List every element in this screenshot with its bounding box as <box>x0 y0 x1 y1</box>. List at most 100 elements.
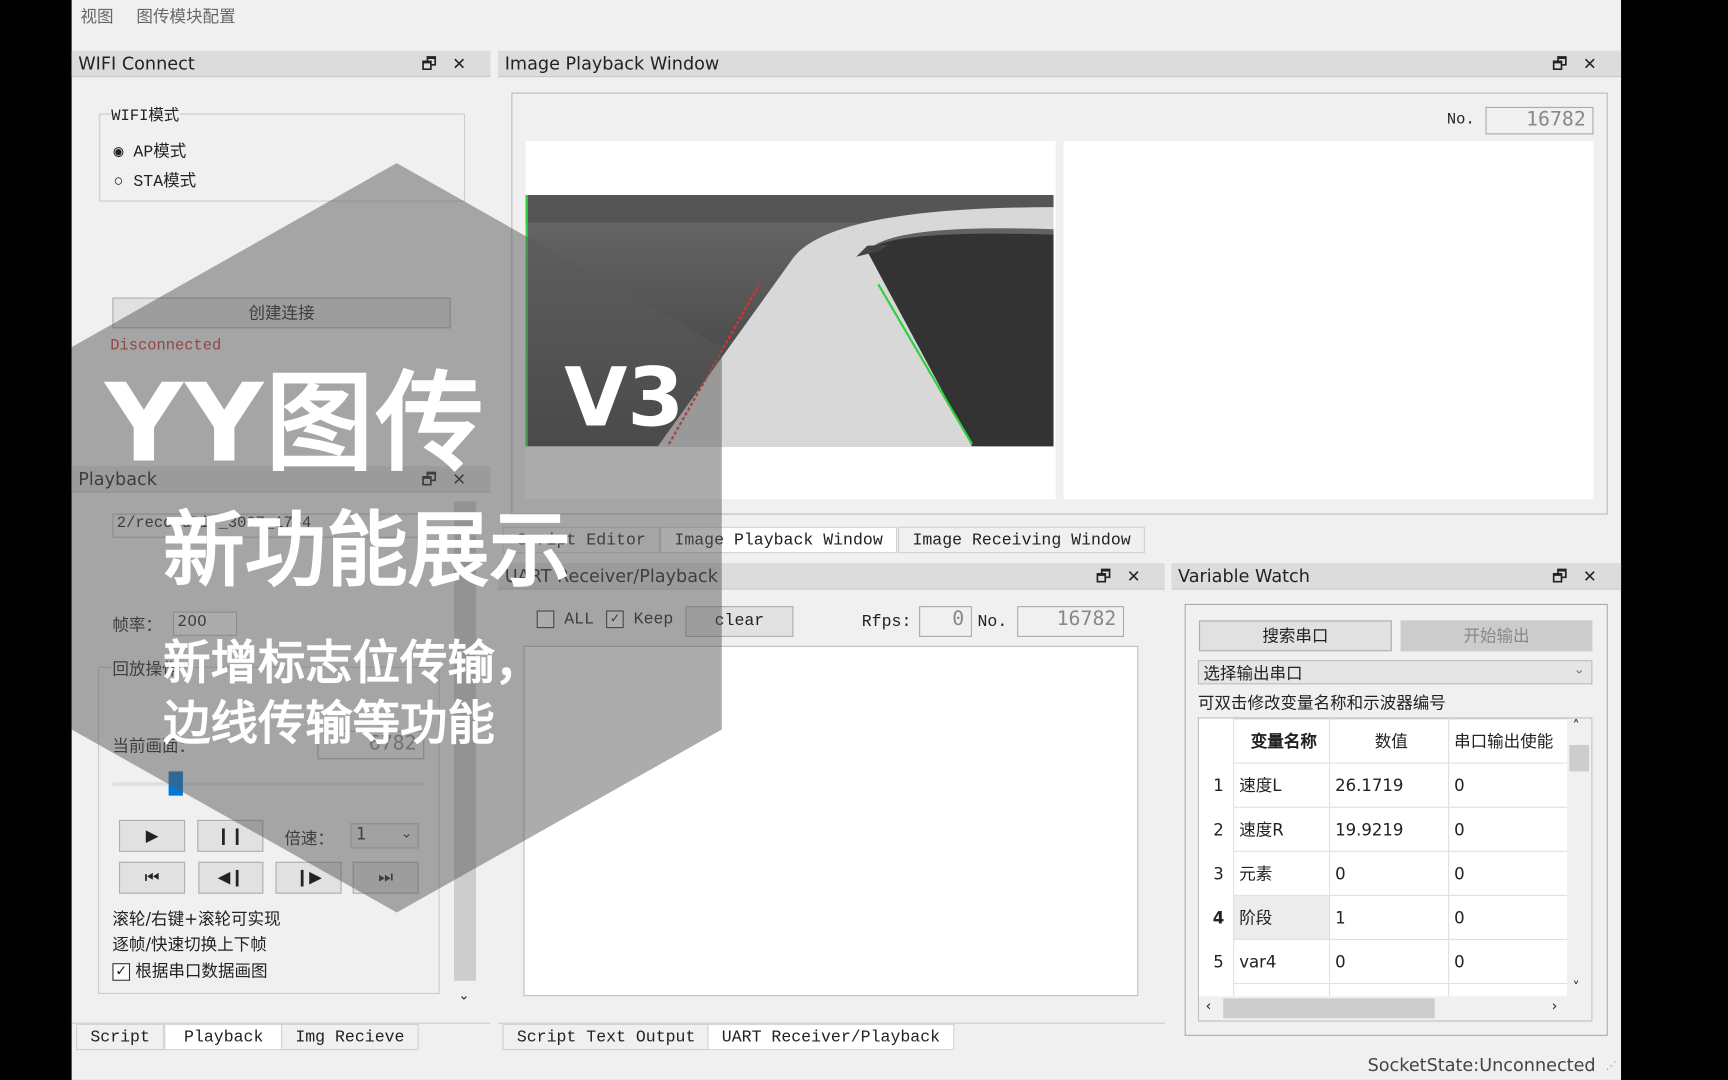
output-enable[interactable]: 0 <box>1447 806 1568 852</box>
last-frame-button[interactable]: ⏭ <box>352 861 419 894</box>
table-row[interactable]: 3 元素 0 0 <box>1199 850 1568 896</box>
float-icon[interactable]: 🗗 <box>1096 566 1127 586</box>
play-icon: ▶ <box>145 825 159 846</box>
float-icon[interactable]: 🗗 <box>421 469 452 489</box>
tab-image-playback[interactable]: Image Playback Window <box>660 526 898 554</box>
table-row[interactable]: 5 var4 0 0 <box>1199 938 1568 985</box>
playback-scrollbar[interactable]: ⌄ <box>454 501 477 1003</box>
keep-checkbox[interactable]: ✓ Keep <box>606 611 673 629</box>
speed-value: 1 <box>355 824 367 845</box>
table-row[interactable]: 1 速度L 26.1719 0 <box>1199 762 1568 808</box>
float-icon[interactable]: 🗗 <box>421 54 452 74</box>
menu-view[interactable]: 视图 <box>80 7 113 27</box>
rfps-label: Rfps: <box>861 612 912 632</box>
frame-slider[interactable] <box>112 782 425 786</box>
variable-name[interactable]: 速度L <box>1232 762 1330 808</box>
wifi-mode-label: WIFI模式 <box>111 103 180 126</box>
variable-value[interactable]: 0 <box>1328 850 1449 896</box>
frame-slider-handle[interactable] <box>168 771 183 796</box>
pause-icon: ❙❙ <box>216 825 245 846</box>
variable-value[interactable]: 1 <box>1328 894 1449 941</box>
table-vscrollbar[interactable]: ˄ ˅ <box>1567 718 1592 997</box>
variable-name[interactable]: 阶段 <box>1232 894 1330 941</box>
ap-mode-radio[interactable]: ◉ AP模式 <box>114 139 187 162</box>
scrollbar-thumb[interactable] <box>454 501 477 981</box>
tab-script[interactable]: Script <box>76 1023 165 1051</box>
table-hscrollbar[interactable]: ‹ › <box>1198 996 1592 1021</box>
camera-image <box>525 195 1054 447</box>
chevron-down-icon[interactable]: ˅ <box>1573 980 1580 997</box>
tab-script-editor[interactable]: Script Editor <box>502 526 661 554</box>
chevron-right-icon[interactable]: › <box>1552 998 1558 1015</box>
table-row[interactable]: 4 阶段 1 0 <box>1199 894 1568 941</box>
fps-spinbox[interactable]: 200 <box>173 611 237 636</box>
clear-button[interactable]: clear <box>685 606 794 637</box>
tab-script-text-output[interactable]: Script Text Output <box>502 1023 710 1051</box>
draw-from-uart-checkbox[interactable]: ✓ 根据串口数据画图 <box>112 959 268 982</box>
all-checkbox[interactable]: ALL <box>536 610 595 630</box>
uart-output-area[interactable] <box>523 645 1139 997</box>
search-port-button[interactable]: 搜索串口 <box>1198 620 1392 652</box>
variable-table[interactable]: 变量名称 数值 串口输出使能 1 速度L 26.1719 0 2 速度R 19.9219 0 3 元素… <box>1197 717 1593 1022</box>
first-frame-button[interactable]: ⏮ <box>119 861 186 894</box>
start-output-button[interactable]: 开始输出 <box>1400 620 1593 652</box>
fps-value: 200 <box>177 612 207 631</box>
variable-watch-title: Variable Watch 🗗✕ <box>1171 563 1622 590</box>
variable-value[interactable]: 19.9219 <box>1328 806 1449 852</box>
tab-uart-receiver[interactable]: UART Receiver/Playback <box>707 1023 955 1051</box>
wifi-panel-title: WIFI Connect 🗗✕ <box>71 50 491 78</box>
pause-button[interactable]: ❙❙ <box>197 819 264 852</box>
tab-img-recieve[interactable]: Img Recieve <box>281 1023 419 1051</box>
tab-playback[interactable]: Playback <box>164 1023 284 1051</box>
playback-panel-title: Playback 🗗✕ <box>71 466 491 493</box>
app-window: 视图 图传模块配置 WIFI Connect 🗗✕ WIFI模式 ◉ AP模式 ○… <box>71 0 1622 1080</box>
close-icon[interactable]: ✕ <box>452 54 481 74</box>
close-icon[interactable]: ✕ <box>452 469 481 489</box>
output-enable[interactable]: 0 <box>1447 762 1568 808</box>
header-output-enable[interactable]: 串口输出使能 <box>1447 718 1568 764</box>
sta-mode-radio[interactable]: ○ STA模式 <box>114 169 197 192</box>
play-button[interactable]: ▶ <box>119 819 186 852</box>
variable-name[interactable]: 元素 <box>1232 850 1330 896</box>
close-icon[interactable]: ✕ <box>1583 566 1612 586</box>
chevron-down-icon: ⌄ <box>458 987 470 1003</box>
step-forward-icon: ❙▶ <box>295 867 322 888</box>
next-frame-button[interactable]: ❙▶ <box>275 861 342 894</box>
variable-name[interactable]: var4 <box>1232 938 1330 985</box>
tab-image-receiving[interactable]: Image Receiving Window <box>898 526 1146 554</box>
chevron-left-icon[interactable]: ‹ <box>1206 998 1212 1015</box>
header-value[interactable]: 数值 <box>1328 718 1449 764</box>
varwatch-hint: 可双击修改变量名称和示波器编号 <box>1197 693 1446 713</box>
float-icon[interactable]: 🗗 <box>1552 54 1583 74</box>
record-path-field[interactable]: 2/recordDir_3007_1754 <box>112 513 425 538</box>
hscroll-thumb[interactable] <box>1223 998 1435 1019</box>
image-no-display: 16782 <box>1485 106 1594 135</box>
vscroll-thumb[interactable] <box>1569 744 1590 772</box>
close-icon[interactable]: ✕ <box>1583 54 1612 74</box>
chevron-up-icon[interactable]: ˄ <box>1573 719 1580 736</box>
variable-name[interactable]: 速度R <box>1232 806 1330 852</box>
output-enable[interactable]: 0 <box>1447 894 1568 941</box>
fps-label: 帧率： <box>112 614 163 635</box>
all-label: ALL <box>564 610 595 630</box>
menu-module-config[interactable]: 图传模块配置 <box>136 7 235 27</box>
resize-grip-icon[interactable]: ⋰ <box>1606 1060 1617 1072</box>
corner-cell <box>1199 719 1233 763</box>
speed-select[interactable]: 1 ⌄ <box>350 823 419 849</box>
uart-no-display: 16782 <box>1017 606 1125 637</box>
float-icon[interactable]: 🗗 <box>1552 566 1583 586</box>
prev-frame-button[interactable]: ◀❙ <box>198 861 264 894</box>
port-value: 选择输出串口 <box>1203 663 1303 684</box>
checkbox-icon <box>536 610 555 629</box>
table-row[interactable]: 2 速度R 19.9219 0 <box>1199 806 1568 852</box>
close-icon[interactable]: ✕ <box>1127 566 1156 586</box>
output-port-select[interactable]: 选择输出串口 ⌄ <box>1197 660 1593 685</box>
variable-value[interactable]: 0 <box>1328 938 1449 985</box>
wifi-title: WIFI Connect <box>78 52 195 74</box>
output-enable[interactable]: 0 <box>1447 850 1568 896</box>
variable-value[interactable]: 26.1719 <box>1328 762 1449 808</box>
header-name[interactable]: 变量名称 <box>1232 718 1330 764</box>
hint-line-1: 滚轮/右键+滚轮可实现 <box>112 909 281 929</box>
create-connection-button[interactable]: 创建连接 <box>112 297 451 329</box>
output-enable[interactable]: 0 <box>1447 938 1568 985</box>
